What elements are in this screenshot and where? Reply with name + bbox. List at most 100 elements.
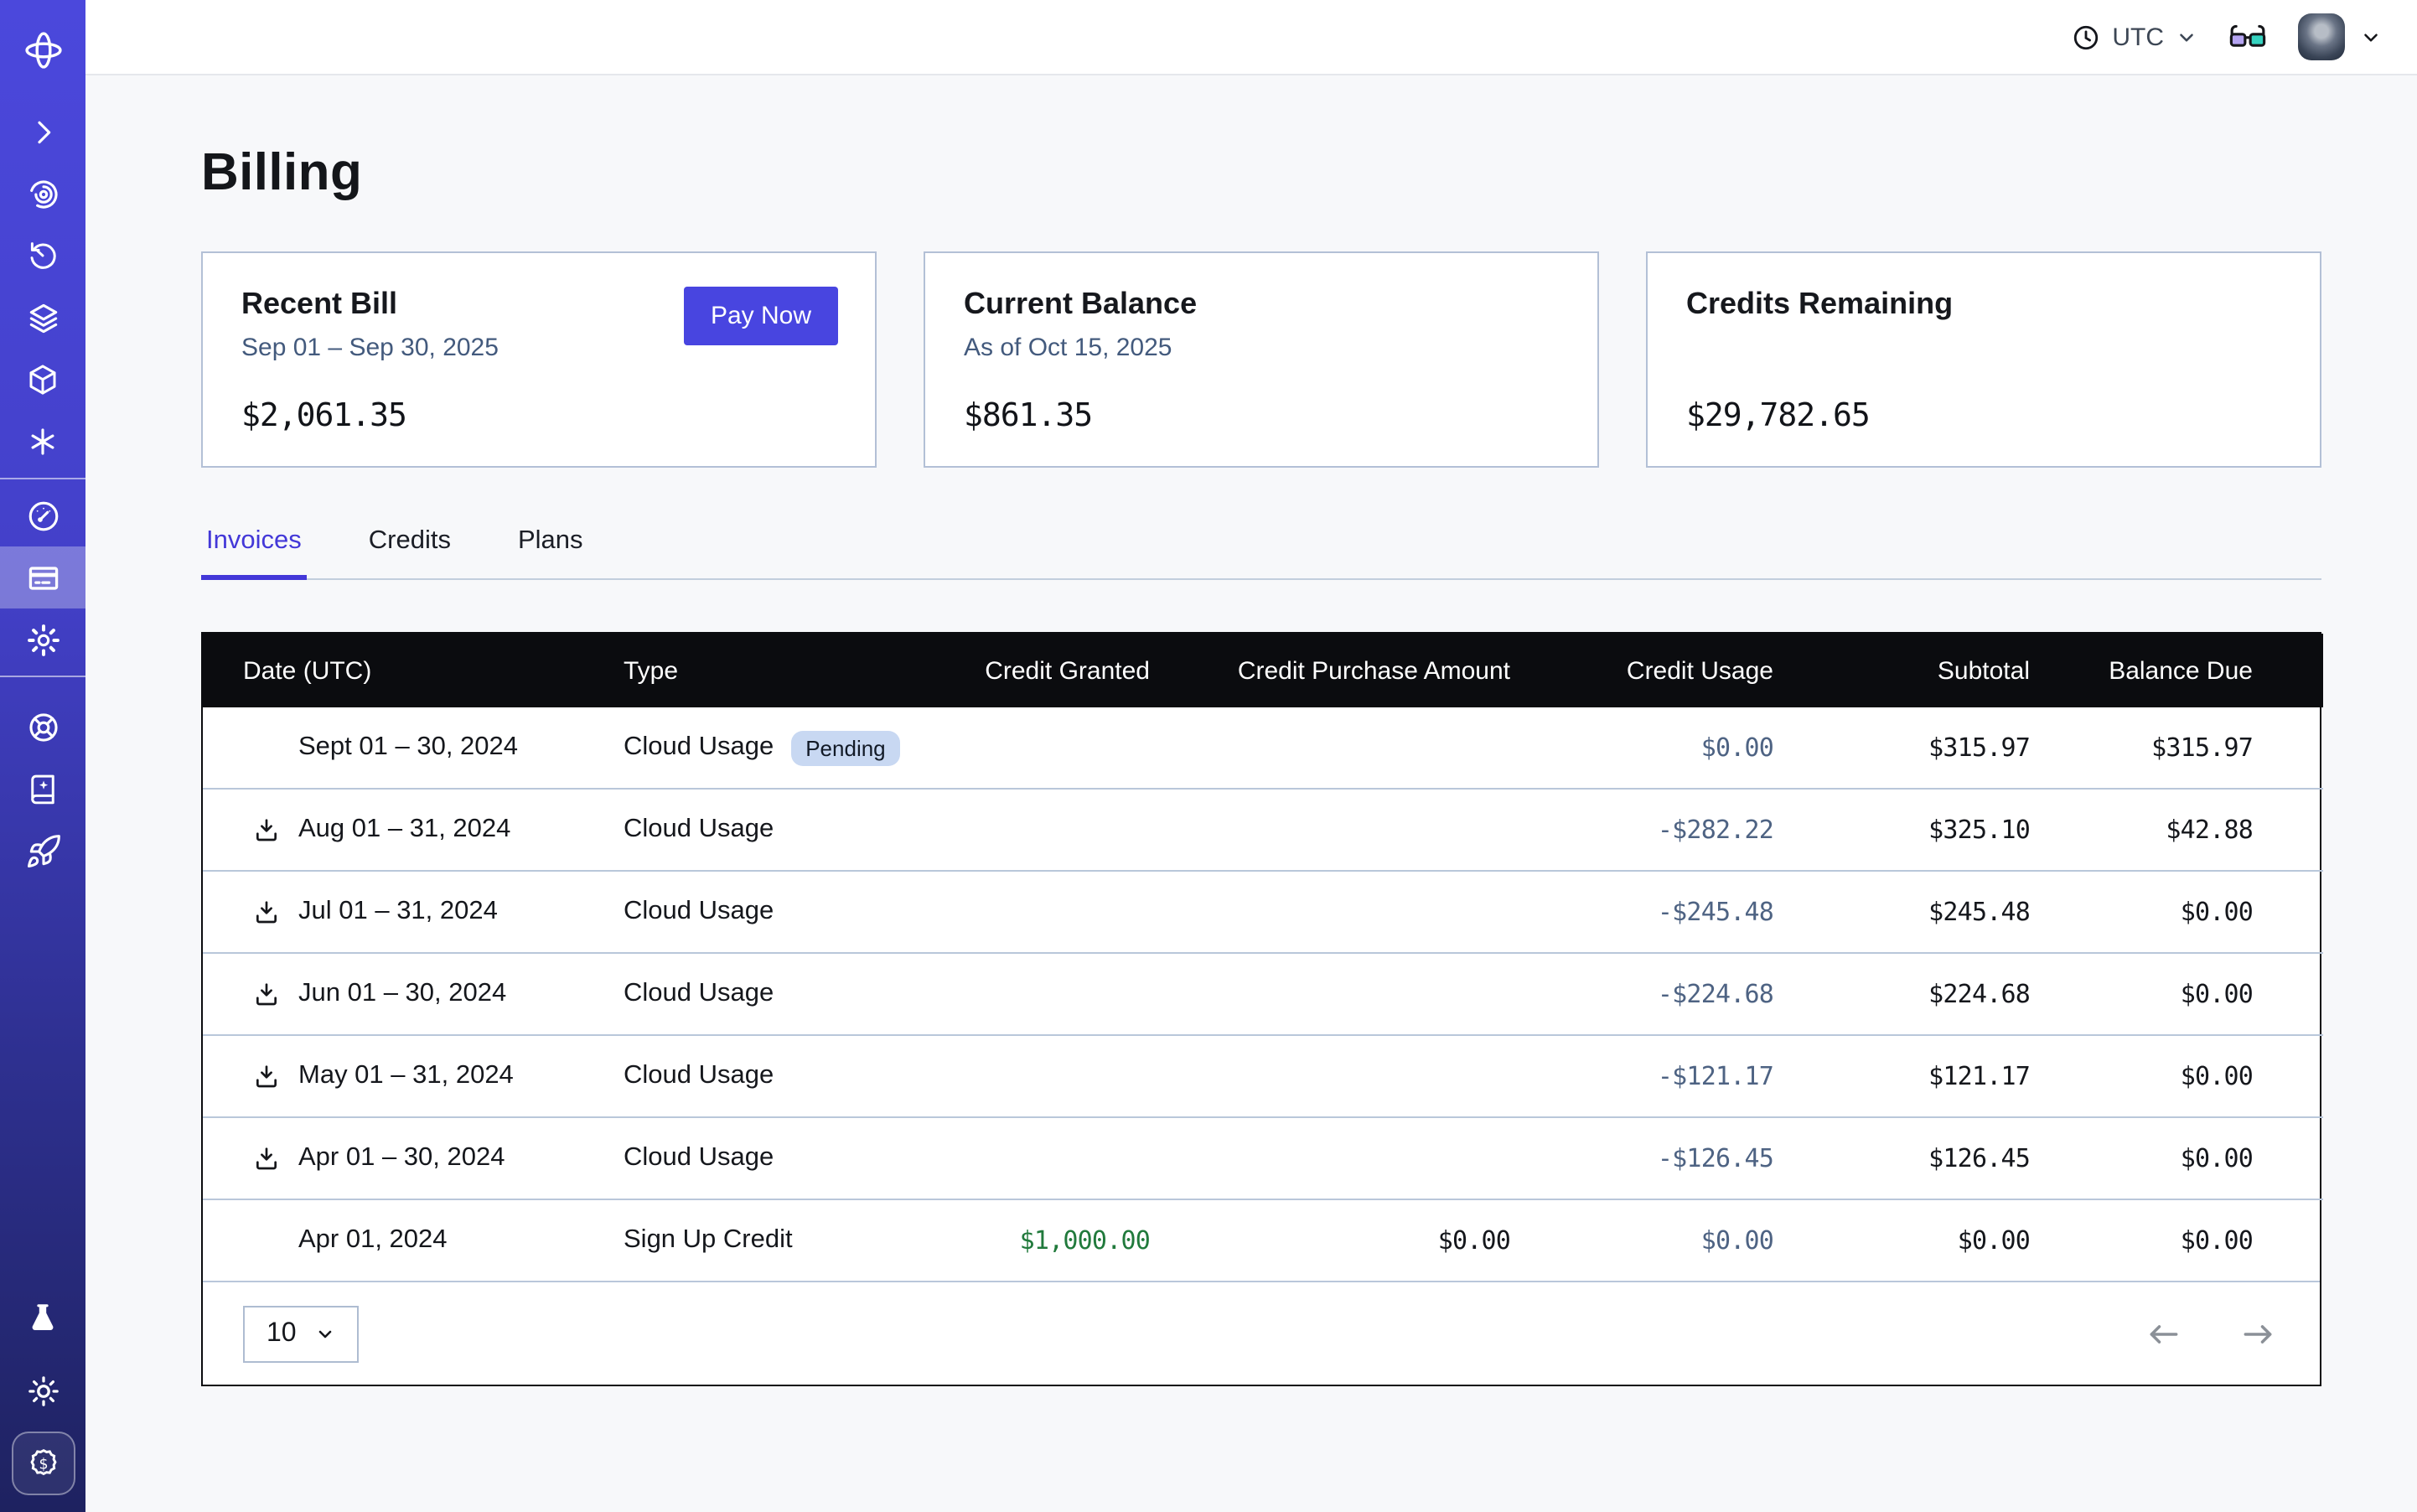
- reader-mode-button[interactable]: [2229, 23, 2266, 50]
- sidebar-item-billing[interactable]: [0, 546, 85, 608]
- credit-purchase-value: [1150, 871, 1510, 953]
- credit-usage-value: -$121.17: [1510, 1035, 1773, 1117]
- sidebar-item-credits[interactable]: $: [11, 1432, 75, 1495]
- billing-tabs: Invoices Credits Plans: [201, 526, 2321, 580]
- sidebar-item-expand[interactable]: [0, 101, 85, 163]
- sidebar-item-getting-started[interactable]: [0, 820, 85, 882]
- invoice-type: Cloud Usage: [624, 733, 774, 763]
- user-menu[interactable]: [2298, 13, 2382, 60]
- download-invoice-icon[interactable]: [253, 816, 280, 843]
- balance-due-value: $0.00: [2030, 1035, 2323, 1117]
- current-balance-card: Current Balance As of Oct 15, 2025 $861.…: [924, 251, 1599, 468]
- sidebar-item-theme[interactable]: [0, 1359, 85, 1421]
- credit-usage-value: -$282.22: [1510, 789, 1773, 871]
- download-invoice-icon[interactable]: [253, 981, 280, 1007]
- glasses-icon: [2229, 23, 2266, 50]
- balance-due-value: $315.97: [2030, 707, 2323, 789]
- download-invoice-icon[interactable]: [253, 898, 280, 925]
- subtotal-value: $121.17: [1773, 1035, 2030, 1117]
- arrow-left-icon: [2145, 1315, 2182, 1352]
- col-credit-usage: Credit Usage: [1510, 634, 1773, 707]
- current-balance-amount: $861.35: [964, 397, 1092, 434]
- sidebar-item-labs[interactable]: [0, 1287, 85, 1349]
- table-row: Aug 01 – 31, 2024 Cloud Usage -$282.22 $…: [203, 789, 2323, 871]
- card-subtitle: As of Oct 15, 2025: [964, 334, 1559, 362]
- table-pagination: 10: [203, 1281, 2320, 1385]
- sidebar-item-trace[interactable]: [0, 163, 85, 225]
- table-row: Apr 01, 2024 Sign Up Credit $1,000.00 $0…: [203, 1199, 2323, 1281]
- prev-page-button[interactable]: [2142, 1312, 2186, 1355]
- sidebar-item-functions[interactable]: [0, 411, 85, 473]
- subtotal-value: $325.10: [1773, 789, 2030, 871]
- invoice-type: Cloud Usage: [624, 979, 774, 1009]
- subtotal-value: $126.45: [1773, 1117, 2030, 1199]
- tab-plans[interactable]: Plans: [513, 526, 588, 578]
- flask-icon: [25, 1301, 60, 1336]
- col-type: Type: [624, 634, 982, 707]
- recent-bill-card: Recent Bill Sep 01 – Sep 30, 2025 $2,061…: [201, 251, 877, 468]
- credit-purchase-value: [1150, 789, 1510, 871]
- user-avatar: [2298, 13, 2345, 60]
- recent-bill-amount: $2,061.35: [241, 397, 406, 434]
- credit-granted-value: [982, 953, 1150, 1035]
- balance-due-value: $0.00: [2030, 1199, 2323, 1281]
- chevron-down-icon: [2360, 26, 2382, 48]
- orbit-logo-icon: [21, 28, 65, 72]
- credit-purchase-value: $0.00: [1150, 1199, 1510, 1281]
- download-invoice-icon[interactable]: [253, 1145, 280, 1172]
- layers-icon: [24, 299, 61, 336]
- sidebar-item-history[interactable]: [0, 225, 85, 287]
- main-content: Billing Recent Bill Sep 01 – Sep 30, 202…: [85, 75, 2417, 1512]
- credit-purchase-value: [1150, 953, 1510, 1035]
- sidebar-item-datasets[interactable]: [0, 287, 85, 349]
- page-title: Billing: [201, 142, 2321, 203]
- sun-icon: [24, 1372, 61, 1409]
- tab-credits[interactable]: Credits: [364, 526, 456, 578]
- pay-now-button[interactable]: Pay Now: [684, 287, 838, 345]
- credit-usage-value: $0.00: [1510, 1199, 1773, 1281]
- credit-usage-value: -$126.45: [1510, 1117, 1773, 1199]
- col-credit-purchase-amount: Credit Purchase Amount: [1150, 634, 1510, 707]
- dollar-seal-icon: $: [24, 1445, 61, 1482]
- col-subtotal: Subtotal: [1773, 634, 2030, 707]
- ship-wheel-icon: [24, 708, 61, 745]
- download-invoice-icon[interactable]: [253, 1063, 280, 1090]
- invoice-date: May 01 – 31, 2024: [298, 1061, 514, 1091]
- sidebar-item-docs[interactable]: [0, 758, 85, 820]
- table-row: Jul 01 – 31, 2024 Cloud Usage -$245.48 $…: [203, 871, 2323, 953]
- credits-remaining-card: Credits Remaining $29,782.65: [1646, 251, 2321, 468]
- sidebar: $: [0, 0, 85, 1512]
- page-size-select[interactable]: 10: [243, 1305, 359, 1362]
- credit-purchase-value: [1150, 707, 1510, 789]
- col-balance-due: Balance Due: [2030, 634, 2323, 707]
- sidebar-divider: [0, 478, 85, 479]
- sidebar-item-usage[interactable]: [0, 484, 85, 546]
- subtotal-value: $315.97: [1773, 707, 2030, 789]
- gear-icon: [24, 621, 61, 658]
- credit-granted-value: [982, 1117, 1150, 1199]
- invoice-date: Aug 01 – 31, 2024: [298, 815, 510, 845]
- balance-due-value: $42.88: [2030, 789, 2323, 871]
- credit-purchase-value: [1150, 1117, 1510, 1199]
- next-page-button[interactable]: [2236, 1312, 2280, 1355]
- balance-due-value: $0.00: [2030, 1117, 2323, 1199]
- sidebar-item-packages[interactable]: [0, 349, 85, 411]
- chevron-down-icon: [2176, 26, 2197, 48]
- table-row: Apr 01 – 30, 2024 Cloud Usage -$126.45 $…: [203, 1117, 2323, 1199]
- tab-invoices[interactable]: Invoices: [201, 526, 307, 578]
- credit-granted-value: $1,000.00: [982, 1199, 1150, 1281]
- app-logo[interactable]: [0, 0, 85, 101]
- invoice-type: Cloud Usage: [624, 897, 774, 927]
- invoice-date: Apr 01, 2024: [298, 1225, 448, 1256]
- clock-icon: [2072, 23, 2100, 51]
- sidebar-item-settings[interactable]: [0, 608, 85, 671]
- card-title: Credits Remaining: [1686, 287, 2281, 322]
- summary-cards: Recent Bill Sep 01 – Sep 30, 2025 $2,061…: [201, 251, 2321, 468]
- sidebar-item-support[interactable]: [0, 696, 85, 758]
- invoice-date: Apr 01 – 30, 2024: [298, 1143, 505, 1173]
- invoice-type: Cloud Usage: [624, 1143, 774, 1173]
- gauge-icon: [24, 497, 61, 534]
- timezone-selector[interactable]: UTC: [2072, 23, 2197, 51]
- rocket-icon: [24, 832, 61, 869]
- credit-card-icon: [24, 559, 61, 596]
